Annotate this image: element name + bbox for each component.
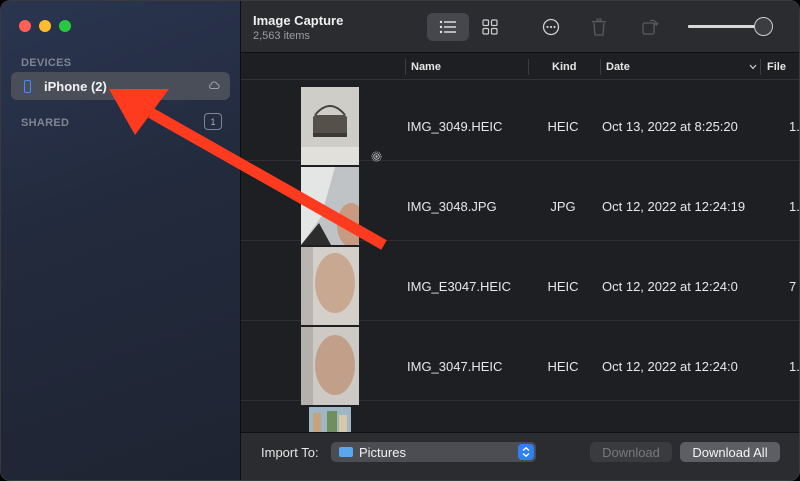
table-row[interactable]: IMG_3047.HEIC HEIC Oct 12, 2022 at 12:24… bbox=[241, 321, 800, 405]
shared-section-label: SHARED bbox=[21, 117, 70, 129]
file-size: 7 bbox=[789, 279, 797, 294]
eject-icon[interactable] bbox=[208, 81, 220, 89]
column-header-kind[interactable]: Kind bbox=[552, 61, 576, 73]
import-destination-popup[interactable]: Pictures bbox=[331, 442, 536, 462]
thumbnail-size-slider[interactable] bbox=[688, 17, 773, 36]
window-controls bbox=[19, 20, 71, 32]
column-divider[interactable] bbox=[528, 59, 529, 75]
column-header-file[interactable]: File bbox=[767, 61, 786, 73]
slider-thumb[interactable] bbox=[754, 17, 773, 36]
list-view-button[interactable] bbox=[427, 13, 469, 41]
file-date: Oct 12, 2022 at 12:24:0 bbox=[602, 359, 738, 374]
file-size: 1. bbox=[789, 199, 800, 214]
more-options-button[interactable] bbox=[530, 13, 572, 41]
sidebar-item-iphone[interactable]: iPhone (2) bbox=[11, 72, 230, 100]
photo-thumbnail bbox=[301, 327, 359, 405]
sidebar-item-label: iPhone (2) bbox=[44, 78, 107, 94]
column-header-date[interactable]: Date bbox=[606, 61, 630, 73]
trash-icon bbox=[592, 18, 606, 36]
file-date: Oct 12, 2022 at 12:24:19 bbox=[602, 199, 746, 214]
iphone-icon bbox=[24, 79, 31, 93]
file-kind: HEIC bbox=[547, 119, 579, 134]
table-row[interactable] bbox=[241, 401, 799, 432]
close-button[interactable] bbox=[19, 20, 31, 32]
sort-chevron-down-icon[interactable] bbox=[749, 64, 757, 70]
file-kind: HEIC bbox=[547, 359, 579, 374]
slider-fill bbox=[688, 25, 764, 28]
photo-list: IMG_3049.HEIC HEIC Oct 13, 2022 at 8:25:… bbox=[241, 81, 800, 432]
file-size: 1. bbox=[789, 119, 800, 134]
file-name: IMG_3049.HEIC bbox=[407, 119, 503, 134]
ellipsis-icon bbox=[542, 18, 560, 36]
photo-thumbnail bbox=[309, 407, 351, 432]
column-divider[interactable] bbox=[405, 59, 406, 75]
column-divider[interactable] bbox=[600, 59, 601, 75]
chevron-up-down-icon bbox=[518, 444, 534, 460]
shared-count-badge[interactable]: 1 bbox=[204, 113, 222, 130]
image-capture-window: DEVICES iPhone (2) SHARED 1 Image Captur… bbox=[0, 0, 800, 481]
table-row[interactable]: IMG_3048.JPG JPG Oct 12, 2022 at 12:24:1… bbox=[241, 161, 800, 245]
file-kind: JPG bbox=[550, 199, 576, 214]
folder-icon bbox=[339, 447, 353, 457]
column-divider[interactable] bbox=[760, 59, 761, 75]
file-date: Oct 13, 2022 at 8:25:20 bbox=[602, 119, 738, 134]
table-row[interactable]: IMG_E3047.HEIC HEIC Oct 12, 2022 at 12:2… bbox=[241, 241, 799, 325]
zoom-button[interactable] bbox=[59, 20, 71, 32]
app-title: Image Capture bbox=[253, 13, 344, 28]
rotate-button[interactable] bbox=[629, 13, 671, 41]
file-kind: HEIC bbox=[547, 279, 579, 294]
photo-thumbnail bbox=[301, 247, 359, 325]
sidebar: DEVICES iPhone (2) SHARED 1 bbox=[1, 1, 241, 480]
devices-section-label: DEVICES bbox=[21, 57, 72, 69]
table-header: Name Kind Date File bbox=[241, 54, 799, 80]
grid-view-button[interactable] bbox=[469, 13, 511, 41]
toolbar: Image Capture 2,563 items bbox=[241, 1, 799, 53]
file-name: IMG_3047.HEIC bbox=[407, 359, 503, 374]
list-view-icon bbox=[439, 20, 456, 34]
file-size: 1. bbox=[789, 359, 800, 374]
delete-button[interactable] bbox=[578, 13, 620, 41]
download-button[interactable]: Download bbox=[590, 442, 672, 462]
import-bar: Import To: Pictures Download Download Al… bbox=[241, 432, 799, 480]
table-row[interactable]: IMG_3049.HEIC HEIC Oct 13, 2022 at 8:25:… bbox=[241, 81, 800, 165]
file-name: IMG_E3047.HEIC bbox=[407, 279, 512, 294]
import-destination-value: Pictures bbox=[359, 444, 406, 460]
column-header-name[interactable]: Name bbox=[411, 61, 441, 73]
file-date: Oct 12, 2022 at 12:24:0 bbox=[602, 279, 738, 294]
file-name: IMG_3048.JPG bbox=[407, 199, 497, 214]
grid-view-icon bbox=[482, 19, 498, 35]
download-all-button[interactable]: Download All bbox=[680, 442, 780, 462]
photo-thumbnail bbox=[301, 87, 359, 165]
minimize-button[interactable] bbox=[39, 20, 51, 32]
rotate-icon bbox=[642, 19, 659, 35]
photo-thumbnail bbox=[301, 167, 359, 245]
import-to-label: Import To: bbox=[261, 445, 319, 460]
item-count: 2,563 items bbox=[253, 30, 310, 42]
